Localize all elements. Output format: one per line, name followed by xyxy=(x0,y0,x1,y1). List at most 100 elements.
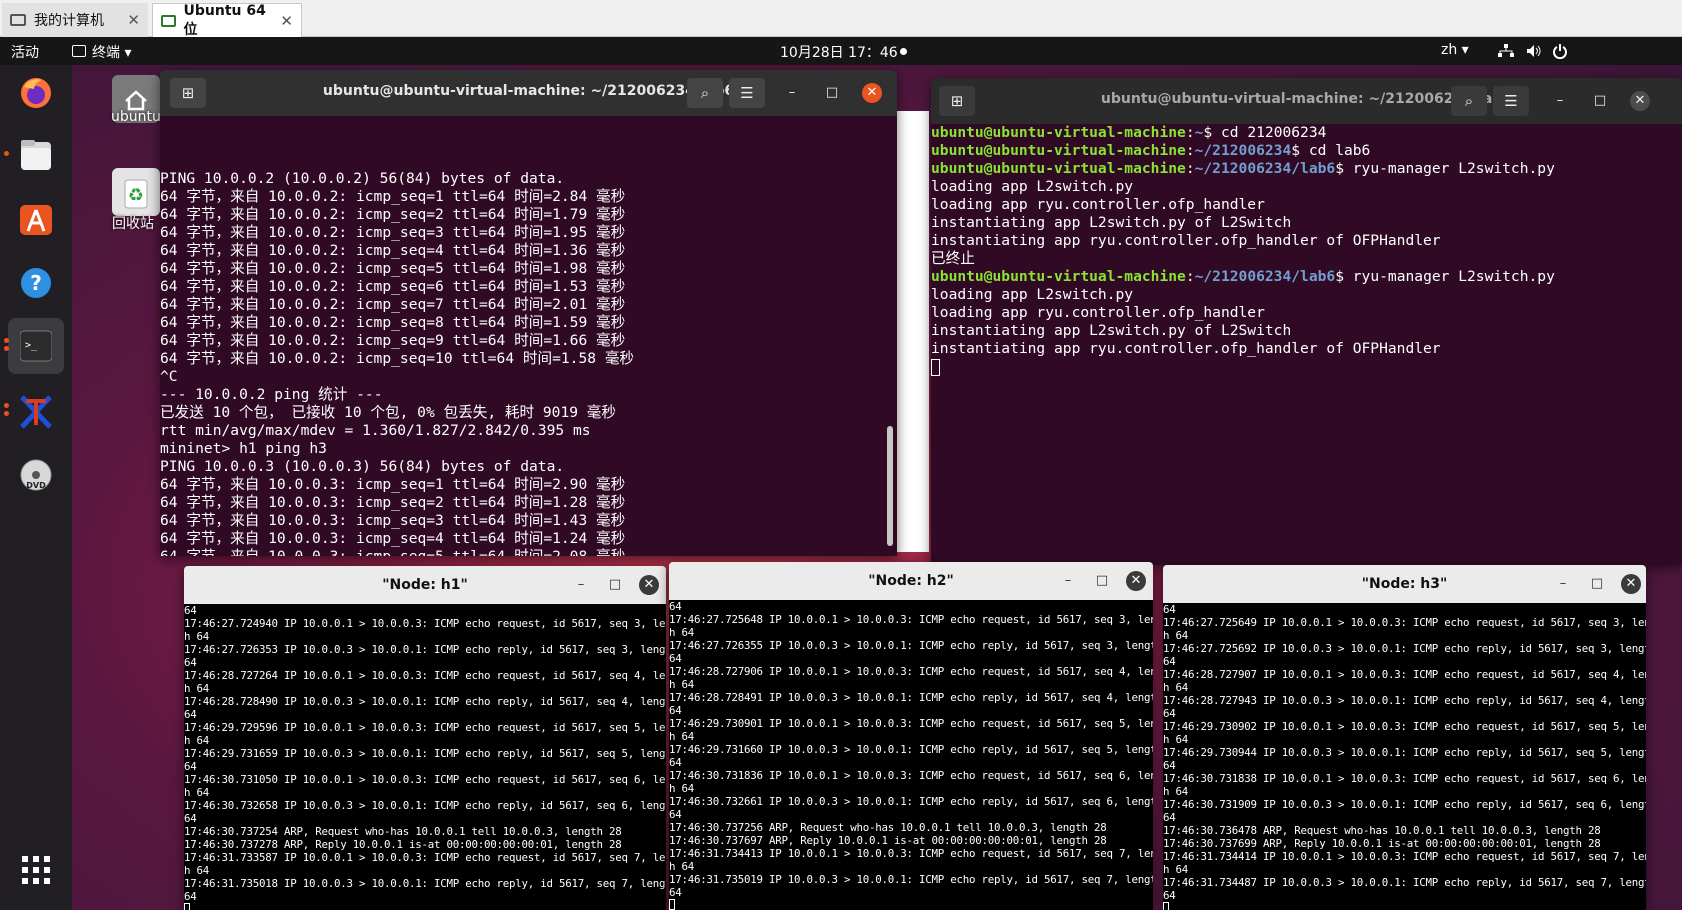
trash-icon[interactable]: ♻ xyxy=(112,168,160,216)
xterm-line: 17:46:31.734414 IP 10.0.0.1 > 10.0.0.3: … xyxy=(1163,850,1646,863)
terminal-line: PING 10.0.0.3 (10.0.0.3) 56(84) bytes of… xyxy=(160,458,565,475)
prompt-user: ubuntu@ubuntu-virtual-machine xyxy=(931,142,1186,159)
vm-tab-ubuntu[interactable]: Ubuntu 64 位 ✕ xyxy=(152,3,302,38)
svg-text:?: ? xyxy=(30,271,42,295)
desktop: ? >_ DVD ubuntu ♻ 回收站 ⊞ ubuntu@ubuntu-vi… xyxy=(0,65,1682,910)
xterm-line: 17:46:30.731050 IP 10.0.0.1 > 10.0.0.3: … xyxy=(184,773,666,786)
terminal-line: 64 字节，来自 10.0.0.2: icmp_seq=7 ttl=64 时间=… xyxy=(160,296,626,313)
menu-button[interactable]: ☰ xyxy=(729,78,765,108)
xterm-line: 64 xyxy=(669,652,682,665)
close-button[interactable]: ✕ xyxy=(862,83,882,103)
terminal-headerbar: ⊞ ubuntu@ubuntu-virtual-machine: ~/21200… xyxy=(931,78,1682,124)
minimize-button[interactable]: – xyxy=(782,83,802,103)
xterm-line: 64 xyxy=(1163,889,1176,902)
menu-button[interactable]: ☰ xyxy=(1493,86,1529,116)
prompt-path: ~/212006234/lab6 xyxy=(1194,268,1336,285)
xterm-line: 17:46:27.725649 IP 10.0.0.1 > 10.0.0.3: … xyxy=(1163,616,1646,629)
xterm-output[interactable]: 64 17:46:27.725648 IP 10.0.0.1 > 10.0.0.3… xyxy=(669,600,1153,910)
firefox-icon xyxy=(21,78,51,108)
home-folder-label: ubuntu xyxy=(111,109,161,125)
xterm-line: h 64 xyxy=(184,864,210,877)
terminal-output[interactable]: ubuntu@ubuntu-virtual-machine:~$ cd 2120… xyxy=(931,124,1682,565)
xterm-line: 17:46:30.737697 ARP, Reply 10.0.0.1 is-a… xyxy=(669,834,1107,847)
terminal-line: instantiating app ryu.controller.ofp_han… xyxy=(931,340,1441,357)
xterm-output[interactable]: 64 17:46:27.724940 IP 10.0.0.1 > 10.0.0.3… xyxy=(184,604,666,910)
xterm-line: 17:46:31.734487 IP 10.0.0.3 > 10.0.0.1: … xyxy=(1163,876,1646,889)
xterm-line: 17:46:31.735019 IP 10.0.0.3 > 10.0.0.1: … xyxy=(669,873,1153,886)
terminal-line: instantiating app ryu.controller.ofp_han… xyxy=(931,232,1441,249)
power-icon[interactable] xyxy=(1552,43,1568,59)
xterm-titlebar: "Node: h3" – □ ✕ xyxy=(1163,565,1646,603)
close-button[interactable]: ✕ xyxy=(1630,91,1650,111)
xterm-line: 64 xyxy=(184,708,197,721)
app-menu-button[interactable]: 终端 ▾ xyxy=(92,42,131,62)
xterm-node-h3[interactable]: "Node: h3" – □ ✕ 64 17:46:27.725649 IP 10… xyxy=(1163,565,1646,910)
minimize-button[interactable]: – xyxy=(1553,574,1573,594)
text-cursor xyxy=(1163,902,1169,910)
terminal-line: 64 字节，来自 10.0.0.3: icmp_seq=2 ttl=64 时间=… xyxy=(160,494,626,511)
monitor-icon xyxy=(10,14,26,26)
search-button[interactable]: ⌕ xyxy=(687,78,723,108)
terminal-line: 64 字节，来自 10.0.0.3: icmp_seq=5 ttl=64 时间=… xyxy=(160,548,897,556)
xterm-node-h1[interactable]: "Node: h1" – □ ✕ 64 17:46:27.724940 IP 10… xyxy=(184,566,666,910)
terminal-line: ubuntu@ubuntu-virtual-machine:~/21200623… xyxy=(931,142,1371,159)
scrollbar-thumb[interactable] xyxy=(887,426,893,546)
dock-help[interactable]: ? xyxy=(8,255,64,311)
terminal-window-ryu[interactable]: ⊞ ubuntu@ubuntu-virtual-machine: ~/21200… xyxy=(931,78,1682,565)
close-button[interactable]: ✕ xyxy=(1621,574,1641,594)
xterm-node-h2[interactable]: "Node: h2" – □ ✕ 64 17:46:27.725648 IP 10… xyxy=(669,562,1153,910)
trash-label: 回收站 xyxy=(112,216,154,232)
xterm-line: 17:46:31.734413 IP 10.0.0.1 > 10.0.0.3: … xyxy=(669,847,1153,860)
running-indicator xyxy=(4,151,9,156)
volume-icon[interactable] xyxy=(1526,44,1542,58)
dock-firefox[interactable] xyxy=(8,65,64,121)
clock[interactable]: 10月28日 17：46 xyxy=(780,42,898,62)
dock: ? >_ DVD xyxy=(0,65,72,910)
vm-tab-my-computer[interactable]: 我的计算机 ✕ xyxy=(2,3,148,37)
dock-software[interactable] xyxy=(8,191,64,247)
maximize-button[interactable]: □ xyxy=(1092,571,1112,591)
terminal-output[interactable]: PING 10.0.0.2 (10.0.0.2) 56(84) bytes of… xyxy=(160,116,897,556)
prompt-user: ubuntu@ubuntu-virtual-machine xyxy=(931,268,1186,285)
close-button[interactable]: ✕ xyxy=(1126,571,1146,591)
tab-close-icon[interactable]: ✕ xyxy=(280,12,293,30)
xterm-title: "Node: h3" xyxy=(1361,576,1448,592)
tab-close-icon[interactable]: ✕ xyxy=(127,11,140,29)
xterm-line: 64 xyxy=(669,600,682,613)
xterm-line: h 64 xyxy=(1163,863,1189,876)
xterm-line: 17:46:28.727907 IP 10.0.0.1 > 10.0.0.3: … xyxy=(1163,668,1646,681)
terminal-window-mininet[interactable]: ⊞ ubuntu@ubuntu-virtual-machine: ~/21200… xyxy=(160,70,897,556)
dock-dvd[interactable]: DVD xyxy=(8,447,64,503)
software-icon xyxy=(20,205,52,235)
dock-files[interactable] xyxy=(4,127,64,183)
terminal-line: loading app ryu.controller.ofp_handler xyxy=(931,304,1265,321)
maximize-button[interactable]: □ xyxy=(605,575,625,595)
maximize-button[interactable]: □ xyxy=(822,83,842,103)
xterm-line: 17:46:28.727906 IP 10.0.0.1 > 10.0.0.3: … xyxy=(669,665,1153,678)
activities-button[interactable]: 活动 xyxy=(11,42,39,62)
dock-terminal[interactable]: >_ xyxy=(4,318,64,374)
search-button[interactable]: ⌕ xyxy=(1451,86,1487,116)
xterm-output[interactable]: 64 17:46:27.725649 IP 10.0.0.1 > 10.0.0.3… xyxy=(1163,603,1646,910)
minimize-button[interactable]: – xyxy=(1058,571,1078,591)
xterm-line: h 64 xyxy=(1163,785,1189,798)
minimize-button[interactable]: – xyxy=(1550,91,1570,111)
dock-xterm[interactable] xyxy=(4,383,64,439)
help-icon: ? xyxy=(21,268,51,298)
xterm-line: h 64 xyxy=(669,626,695,639)
text-cursor xyxy=(669,899,675,910)
xterm-line: 64 xyxy=(184,890,197,903)
input-method-menu[interactable]: zh ▾ xyxy=(1441,42,1469,58)
network-icon[interactable] xyxy=(1498,44,1514,58)
xterm-line: h 64 xyxy=(1163,681,1189,694)
xterm-line: 17:46:30.731838 IP 10.0.0.1 > 10.0.0.3: … xyxy=(1163,772,1646,785)
minimize-button[interactable]: – xyxy=(571,575,591,595)
xterm-line: 17:46:30.731909 IP 10.0.0.3 > 10.0.0.1: … xyxy=(1163,798,1646,811)
xterm-line: 17:46:30.731836 IP 10.0.0.1 > 10.0.0.3: … xyxy=(669,769,1153,782)
maximize-button[interactable]: □ xyxy=(1590,91,1610,111)
close-button[interactable]: ✕ xyxy=(639,575,659,595)
notification-dot-icon xyxy=(900,48,907,55)
show-apps-button[interactable] xyxy=(8,840,64,896)
terminal-line: mininet> h1 ping h3 xyxy=(160,440,327,457)
maximize-button[interactable]: □ xyxy=(1587,574,1607,594)
